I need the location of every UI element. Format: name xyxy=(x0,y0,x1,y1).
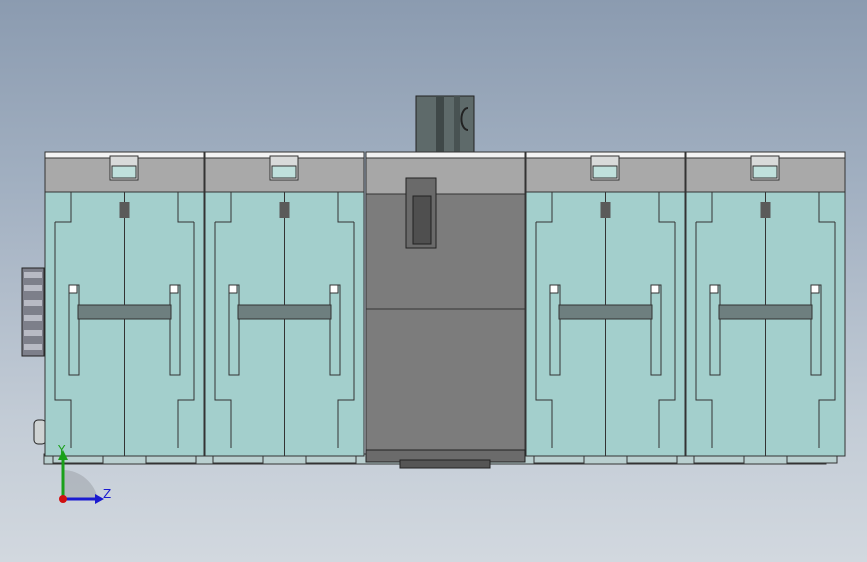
pole-module xyxy=(204,151,365,464)
pole-module xyxy=(525,151,686,464)
origin-point xyxy=(59,495,67,503)
side-handle-knob xyxy=(21,267,45,357)
side-pin xyxy=(33,419,47,445)
z-axis-label: Z xyxy=(103,487,111,501)
switch-assembly-model[interactable]: Y Z xyxy=(0,0,867,562)
pole-module xyxy=(44,151,205,464)
cad-viewport[interactable]: Y Z xyxy=(0,0,867,562)
pole-module xyxy=(685,151,846,464)
center-mechanism xyxy=(365,151,526,469)
operating-shaft xyxy=(415,95,475,157)
y-axis-label: Y xyxy=(57,443,66,457)
